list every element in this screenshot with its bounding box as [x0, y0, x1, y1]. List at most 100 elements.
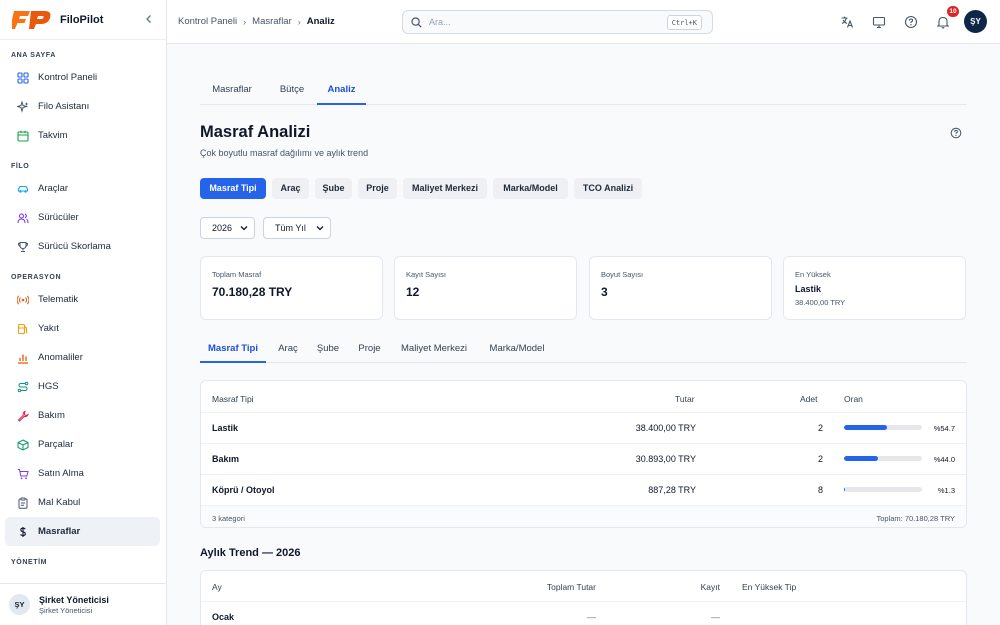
help-circle-icon[interactable] [904, 15, 918, 29]
sidebar-item-label: Sürücü Skorlama [38, 241, 111, 252]
cell-amount: 30.893,00 TRY [635, 454, 696, 464]
sidebar-item-araclar[interactable]: Araçlar [0, 174, 160, 203]
sidebar-item-mal-kabul[interactable]: Mal Kabul [0, 488, 160, 517]
sidebar-item-label: Araçlar [38, 183, 69, 194]
stat-value: 3 [601, 285, 608, 299]
chevron-right-icon: › [243, 16, 247, 27]
sidebar-item-suruculer[interactable]: Sürücüler [0, 203, 160, 232]
cell-type: Lastik [212, 423, 239, 433]
tab-masraflar[interactable]: Masraflar [200, 77, 264, 105]
table-row[interactable]: Bakım 30.893,00 TRY 2 %44.0 [201, 443, 966, 474]
pill-proje[interactable]: Proje [358, 178, 397, 199]
chevron-down-icon [240, 226, 248, 231]
column-header-tutar: Tutar [675, 394, 695, 404]
pill-maliyet-merkezi[interactable]: Maliyet Merkezi [403, 178, 487, 199]
sidebar-item-takvim[interactable]: Takvim [0, 121, 160, 150]
sidebar-nav: ANA SAYFA Kontrol Paneli Filo Asistanı T… [0, 49, 166, 570]
avatar[interactable]: ŞY [964, 10, 987, 33]
year-select[interactable]: 2026 [200, 217, 255, 239]
sidebar-item-parcalar[interactable]: Parçalar [0, 430, 160, 459]
tab-analiz[interactable]: Analiz [317, 77, 366, 105]
pill-marka-model[interactable]: Marka/Model [493, 178, 568, 199]
breadcrumb: Kontrol Paneli › Masraflar › Analiz [178, 16, 335, 27]
sparkles-icon [17, 100, 29, 113]
dashboard-icon [17, 71, 29, 84]
trophy-icon [17, 241, 29, 252]
cell-ratio: %44.0 [933, 455, 955, 464]
sidebar-item-telematik[interactable]: Telematik [0, 285, 160, 314]
sidebar-item-label: HGS [38, 381, 59, 392]
cell-count: 2 [817, 423, 823, 433]
main-content: Masraflar Bütçe Analiz Masraf Analizi Ço… [200, 44, 967, 625]
fuel-icon [17, 323, 28, 334]
column-header-toplam-tutar: Toplam Tutar [546, 582, 596, 592]
pill-masraf-tipi[interactable]: Masraf Tipi [200, 178, 266, 199]
sidebar-item-anomaliler[interactable]: Anomaliler [0, 343, 160, 372]
pill-arac[interactable]: Araç [272, 178, 309, 199]
app-window: FiloPilot ANA SAYFA Kontrol Paneli Filo … [0, 0, 1000, 625]
pill-tco-analizi[interactable]: TCO Analizi [574, 178, 642, 199]
breadcrumb-masraflar[interactable]: Masraflar [252, 16, 292, 27]
tab-marka-model[interactable]: Marka/Model [483, 336, 551, 363]
clipboard-icon [18, 497, 28, 509]
user-profile[interactable]: ŞY Şirket Yöneticisi Şirket Yöneticisi [0, 583, 166, 625]
stat-label: Boyut Sayısı [601, 270, 644, 279]
stat-card-en-yuksek: En Yüksek Lastik 38.400,00 TRY [783, 256, 966, 320]
bell-icon[interactable] [936, 15, 950, 29]
column-header-oran: Oran [844, 394, 863, 404]
sidebar-item-label: Sürücüler [38, 212, 79, 223]
sidebar-item-yakit[interactable]: Yakıt [0, 314, 160, 343]
tab-proje[interactable]: Proje [353, 336, 386, 363]
table-row[interactable]: Köprü / Otoyol 887,28 TRY 8 %1.3 [201, 474, 966, 505]
column-header-masraf-tipi: Masraf Tipi [212, 394, 254, 404]
car-icon [17, 185, 29, 193]
table-row[interactable]: Ocak — — [201, 601, 966, 625]
sidebar-item-kontrol-paneli[interactable]: Kontrol Paneli [0, 63, 160, 92]
sidebar-item-label: Anomaliler [38, 352, 83, 363]
breadcrumb-kontrol-paneli[interactable]: Kontrol Paneli [178, 16, 237, 27]
sidebar-item-hgs[interactable]: HGS [0, 372, 160, 401]
sidebar-item-masraflar[interactable]: Masraflar [5, 517, 160, 546]
cell-ratio: %54.7 [933, 424, 955, 433]
cell-amount: 38.400,00 TRY [635, 423, 696, 433]
page-tabs: Masraflar Bütçe Analiz [200, 77, 967, 105]
table-footer: 3 kategori Toplam: 70.180,28 TRY [201, 505, 966, 527]
cell-count: 2 [817, 454, 823, 464]
chevron-left-icon[interactable] [142, 12, 156, 26]
sidebar-item-bakim[interactable]: Bakım [0, 401, 160, 430]
tab-sube[interactable]: Şube [312, 336, 344, 363]
sidebar-item-surucu-skorlama[interactable]: Sürücü Skorlama [0, 232, 160, 261]
section-title-operasyon: OPERASYON [11, 274, 62, 281]
stat-value: Lastik [795, 284, 822, 294]
tab-maliyet-merkezi[interactable]: Maliyet Merkezi [395, 336, 473, 363]
sidebar-item-label: Kontrol Paneli [38, 72, 98, 83]
monitor-icon[interactable] [872, 15, 886, 29]
translate-icon[interactable] [840, 15, 854, 29]
ratio-bar [844, 456, 922, 461]
user-role: Şirket Yöneticisi [39, 605, 93, 615]
sidebar-item-label: Satın Alma [38, 468, 84, 479]
stat-sub: 38.400,00 TRY [795, 298, 846, 307]
period-select[interactable]: Tüm Yıl [263, 217, 331, 239]
section-title-filo: FİLO [11, 163, 30, 170]
sidebar-item-label: Bakım [38, 410, 65, 421]
tab-arac[interactable]: Araç [272, 336, 304, 363]
sidebar-item-filo-asistani[interactable]: Filo Asistanı [0, 92, 160, 121]
help-circle-icon[interactable] [950, 127, 962, 139]
sidebar-item-satin-alma[interactable]: Satın Alma [0, 459, 160, 488]
ratio-bar-fill [844, 456, 879, 461]
pill-sube[interactable]: Şube [315, 178, 352, 199]
search-input[interactable]: Ara... Ctrl+K [402, 10, 713, 34]
search-shortcut: Ctrl+K [666, 15, 702, 30]
stat-label: En Yüksek [795, 270, 831, 279]
cell-ratio: %1.3 [937, 486, 955, 495]
stat-label: Toplam Masraf [212, 270, 262, 279]
sidebar-item-label: Takvim [38, 130, 68, 141]
page-title: Masraf Analizi [200, 123, 311, 141]
stat-card-kayit-sayisi: Kayıt Sayısı 12 [394, 256, 577, 320]
cell-count: 8 [817, 485, 823, 495]
tab-masraf-tipi[interactable]: Masraf Tipi [200, 336, 266, 363]
table-row[interactable]: Lastik 38.400,00 TRY 2 %54.7 [201, 412, 966, 443]
tab-butce[interactable]: Bütçe [270, 77, 314, 105]
sidebar-item-label: Yakıt [38, 323, 59, 334]
